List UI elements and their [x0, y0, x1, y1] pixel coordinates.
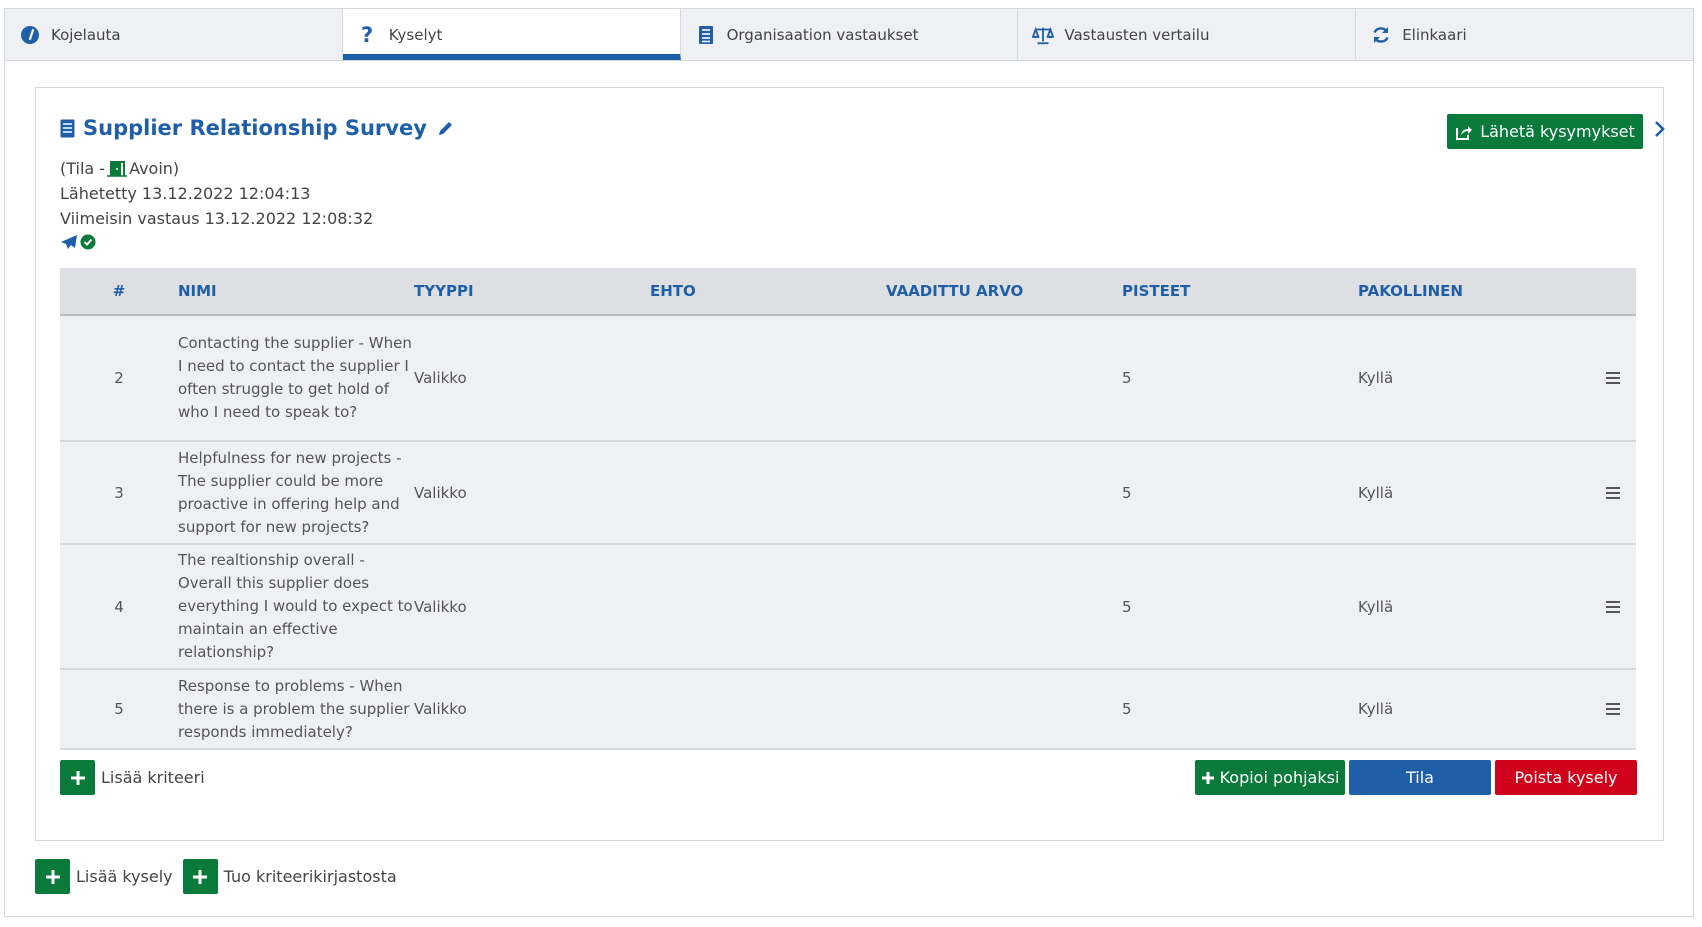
- copy-template-label: Kopioi pohjaksi: [1219, 768, 1340, 787]
- col-points[interactable]: PISTEET: [1122, 282, 1358, 300]
- tab-label: Vastausten vertailu: [1064, 25, 1210, 44]
- tab-organisaation-vastaukset[interactable]: Organisaation vastaukset: [681, 9, 1019, 60]
- list-icon: [60, 119, 75, 138]
- survey-status: (Tila - Avoin): [60, 159, 179, 178]
- row-points: 5: [1122, 483, 1132, 502]
- survey-title-text: Supplier Relationship Survey: [83, 116, 427, 140]
- drag-handle-icon[interactable]: [1590, 486, 1636, 500]
- plus-icon: [35, 859, 70, 894]
- row-mandatory: Kyllä: [1358, 369, 1394, 387]
- row-type: Valikko: [414, 700, 467, 718]
- bottom-actions: Lisää kysely Tuo kriteerikirjastosta: [35, 859, 397, 894]
- table-row[interactable]: 3 Helpfulness for new projects - The sup…: [60, 442, 1636, 545]
- plus-icon: [1201, 771, 1215, 785]
- row-points: 5: [1122, 369, 1132, 387]
- last-response-date: Viimeisin vastaus 13.12.2022 12:08:32: [60, 209, 374, 228]
- paper-plane-icon: [60, 234, 78, 254]
- refresh-icon: [1370, 24, 1392, 46]
- list-icon: [695, 24, 717, 46]
- col-type[interactable]: TYYPPI: [414, 282, 650, 300]
- tab-kyselyt[interactable]: ? Kyselyt: [342, 9, 681, 60]
- status-prefix: (Tila -: [60, 159, 106, 178]
- add-criterion-button[interactable]: Lisää kriteeri: [60, 760, 205, 795]
- svg-text:?: ?: [361, 24, 373, 46]
- import-library-label: Tuo kriteerikirjastosta: [223, 867, 397, 886]
- drag-handle-icon[interactable]: [1590, 600, 1636, 614]
- plus-icon: [182, 859, 218, 894]
- pencil-icon[interactable]: [437, 120, 454, 137]
- content-panel: Supplier Relationship Survey (Tila - Avo…: [4, 61, 1694, 917]
- criteria-table: # NIMI TYYPPI EHTO VAADITTU ARVO PISTEET…: [60, 268, 1636, 750]
- row-num: 4: [114, 597, 124, 616]
- chevron-right-icon[interactable]: [1654, 120, 1666, 142]
- drag-handle-icon[interactable]: [1590, 702, 1636, 716]
- row-name: Response to problems - When there is a p…: [178, 676, 410, 741]
- row-type: Valikko: [414, 483, 467, 502]
- col-num[interactable]: #: [60, 282, 178, 300]
- add-criterion-label: Lisää kriteeri: [101, 768, 205, 787]
- col-name[interactable]: NIMI: [178, 274, 414, 309]
- check-circle-icon: [80, 234, 96, 254]
- drag-handle-icon[interactable]: [1590, 371, 1636, 385]
- row-type: Valikko: [414, 597, 467, 616]
- status-button[interactable]: Tila: [1349, 760, 1491, 795]
- tab-label: Kyselyt: [388, 25, 443, 44]
- open-door-icon: [107, 160, 128, 177]
- question-icon: ?: [357, 24, 379, 46]
- col-required-value[interactable]: VAADITTU ARVO: [886, 282, 1122, 300]
- col-mandatory[interactable]: PAKOLLINEN: [1358, 282, 1590, 300]
- table-row[interactable]: 2 Contacting the supplier - When I need …: [60, 316, 1636, 442]
- row-num: 2: [114, 369, 124, 387]
- send-questions-label: Lähetä kysymykset: [1480, 122, 1635, 141]
- import-from-library-button[interactable]: Tuo kriteerikirjastosta: [182, 859, 397, 894]
- survey-card: Supplier Relationship Survey (Tila - Avo…: [35, 87, 1666, 841]
- row-name: Contacting the supplier - When I need to…: [178, 334, 412, 421]
- add-survey-label: Lisää kysely: [76, 867, 173, 886]
- row-mandatory: Kyllä: [1358, 597, 1394, 616]
- sent-date: Lähetetty 13.12.2022 12:04:13: [60, 184, 311, 203]
- table-header: # NIMI TYYPPI EHTO VAADITTU ARVO PISTEET…: [60, 268, 1636, 316]
- tab-label: Organisaation vastaukset: [726, 25, 919, 44]
- delete-survey-button[interactable]: Poista kysely: [1495, 760, 1637, 795]
- row-type: Valikko: [414, 369, 467, 387]
- add-survey-button[interactable]: Lisää kysely: [35, 859, 173, 894]
- col-condition[interactable]: EHTO: [650, 282, 886, 300]
- send-questions-button[interactable]: Lähetä kysymykset: [1447, 114, 1643, 149]
- row-num: 3: [114, 483, 124, 502]
- plus-icon: [60, 760, 95, 795]
- row-num: 5: [114, 700, 124, 718]
- table-row[interactable]: 4 The realtionship overall - Overall thi…: [60, 545, 1636, 670]
- survey-title: Supplier Relationship Survey: [60, 116, 454, 140]
- tab-elinkaari[interactable]: Elinkaari: [1356, 9, 1693, 60]
- balance-scale-icon: [1032, 24, 1055, 46]
- main-tabs: Kojelauta ? Kyselyt Organisaation vastau…: [4, 8, 1694, 61]
- tab-label: Elinkaari: [1402, 25, 1467, 44]
- tab-kojelauta[interactable]: Kojelauta: [5, 9, 343, 60]
- row-points: 5: [1122, 700, 1132, 718]
- copy-as-template-button[interactable]: Kopioi pohjaksi: [1195, 760, 1345, 795]
- status-icons: [60, 234, 96, 254]
- dashboard-icon: [19, 24, 41, 46]
- row-mandatory: Kyllä: [1358, 700, 1394, 718]
- tab-vastausten-vertailu[interactable]: Vastausten vertailu: [1018, 9, 1357, 60]
- row-name: Helpfulness for new projects - The suppl…: [178, 448, 402, 536]
- status-value: Avoin): [129, 159, 180, 178]
- table-row[interactable]: 5 Response to problems - When there is a…: [60, 670, 1636, 750]
- row-name: The realtionship overall - Overall this …: [178, 551, 413, 661]
- row-mandatory: Kyllä: [1358, 483, 1394, 502]
- row-points: 5: [1122, 597, 1132, 616]
- tab-label: Kojelauta: [51, 25, 121, 44]
- share-icon: [1455, 124, 1473, 140]
